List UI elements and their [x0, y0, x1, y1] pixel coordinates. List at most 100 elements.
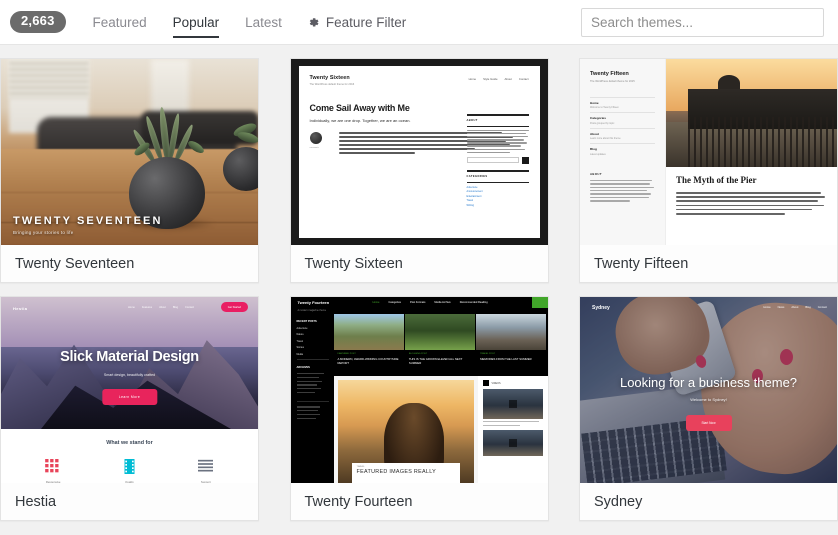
avatar — [309, 132, 322, 144]
widget-header: VIDEOS — [482, 380, 543, 386]
theme-screenshot-sydney[interactable]: Sydney Home News About Blog Contact Look… — [580, 297, 837, 483]
preview-featured-grid: FEATURED POST A MODERN, AWARD-WINNING CO… — [333, 314, 548, 376]
preview-nav-item: About — [159, 306, 166, 309]
list-item: Entertainment — [466, 194, 482, 198]
video-icon — [482, 380, 489, 386]
preview-site-tagline: A modern magazine theme — [297, 309, 327, 312]
featured-category: FEATURED POST — [337, 353, 356, 355]
theme-title: Twenty Fourteen — [290, 483, 548, 520]
theme-title: Hestia — [1, 483, 258, 520]
sidebar-categories-heading: CATEGORIES — [466, 174, 488, 178]
feature-filter-label: Feature Filter — [325, 14, 407, 30]
theme-screenshot-twenty-fourteen[interactable]: Twenty Fourteen Home Categories Post For… — [290, 297, 548, 483]
preview-nav: Home News About Blog Contact — [763, 306, 827, 309]
sidebar-category-list: Adventure Announcement Entertainment Tra… — [467, 186, 529, 207]
feature-label: Responsive — [45, 480, 61, 483]
play-icon — [508, 400, 517, 408]
filter-tabs: Featured Popular Latest — [80, 0, 295, 45]
preview-site-tagline: The WordPress default theme for 2015 — [590, 80, 635, 83]
preview-search — [466, 156, 529, 164]
theme-card-twenty-fifteen[interactable]: Twenty Fifteen The WordPress default the… — [579, 58, 838, 283]
featured-image — [476, 314, 547, 350]
theme-browser-toolbar: 2,663 Featured Popular Latest Feature Fi… — [0, 0, 838, 45]
sidebar-archives-heading: ARCHIVES — [296, 365, 310, 369]
feature-label: Support — [200, 480, 211, 483]
grid-gutter — [259, 283, 290, 521]
menu-item-sub: Latest updates — [590, 152, 606, 156]
preview-page: Twenty Sixteen The WordPress default the… — [298, 66, 540, 238]
preview-nav-item: Blog — [172, 306, 179, 309]
menu-item-label: Categories — [590, 116, 606, 121]
featured-image — [333, 314, 404, 350]
preview-features-section: What we stand for Responsive Quality Sup… — [1, 429, 258, 483]
preview-nav-item: News — [777, 306, 785, 309]
feature-filter-button[interactable]: Feature Filter — [307, 15, 406, 30]
featured-image — [404, 314, 476, 350]
video-thumbnail — [482, 430, 543, 457]
twenty-seventeen-preview: TWENTY SEVENTEEN Bringing your stories t… — [1, 59, 258, 245]
preview-nav-item: Categories — [388, 300, 401, 304]
preview-nav-item: About — [791, 306, 799, 309]
tab-latest[interactable]: Latest — [232, 0, 295, 45]
theme-title: Twenty Sixteen — [290, 245, 548, 282]
theme-title: Twenty Seventeen — [1, 245, 258, 282]
featured-title: A MODERN, AWARD-WINNING COUNTRYSIDE REPO… — [337, 357, 399, 366]
featured-post: FEATURED POST A MODERN, AWARD-WINNING CO… — [333, 314, 405, 376]
preview-nav-item: Home — [372, 300, 380, 304]
preview-cta-button: Learn More — [101, 389, 158, 405]
theme-card-twenty-seventeen[interactable]: TWENTY SEVENTEEN Bringing your stories t… — [0, 58, 259, 283]
theme-screenshot-twenty-fifteen[interactable]: Twenty Fifteen The WordPress default the… — [580, 59, 837, 245]
preview-nav-item: Home — [468, 77, 477, 81]
play-icon — [508, 439, 517, 448]
preview-headline: Looking for a business theme? — [619, 375, 798, 390]
theme-card-hestia[interactable]: Hestia Home Features About Blog Contact … — [0, 296, 259, 521]
featured-title: MEMORIES FROM THE LAST SUMMER — [480, 357, 532, 361]
preview-headline: Slick Material Design — [60, 349, 199, 365]
theme-screenshot-hestia[interactable]: Hestia Home Features About Blog Contact … — [1, 297, 258, 483]
preview-body: RECENT POSTS Adventure Nature Travel Sto… — [290, 314, 548, 483]
preview-nav-item: Post Formats — [409, 300, 426, 304]
preview-post: TRAVEL FEATURED IMAGES REALLY — [333, 376, 478, 483]
featured-post: BLOGGING POST THIS IS THE GROWN ELEVEN A… — [404, 314, 477, 376]
preview-subhead: Welcome to Sydney! — [690, 397, 727, 402]
feature-item: Quality — [99, 459, 159, 483]
search-input[interactable] — [581, 8, 824, 37]
preview-about: ABOUT — [590, 172, 655, 202]
theme-card-sydney[interactable]: Sydney Home News About Blog Contact Look… — [579, 296, 838, 521]
preview-section-heading: What we stand for — [106, 440, 153, 446]
theme-screenshot-twenty-sixteen[interactable]: Twenty Sixteen The WordPress default the… — [290, 59, 548, 245]
menu-item: Blog Latest updates — [590, 143, 655, 159]
theme-card-twenty-sixteen[interactable]: Twenty Sixteen The WordPress default the… — [289, 58, 549, 283]
tab-featured[interactable]: Featured — [80, 0, 160, 45]
preview-overlay-title: TWENTY SEVENTEEN — [13, 215, 163, 227]
tab-popular[interactable]: Popular — [160, 0, 233, 45]
search-icon — [521, 156, 529, 164]
menu-item-sub: Welcome to Twenty Fifteen — [590, 106, 619, 110]
hero-overlay — [580, 297, 837, 483]
preview-article: The Myth of the Pier — [666, 167, 837, 215]
featured-category: BLOGGING POST — [408, 353, 428, 355]
menu-item-label: Home — [590, 100, 599, 105]
preview-overlay-subtitle: Bringing your stories to life — [13, 230, 74, 235]
twenty-sixteen-preview: Twenty Sixteen The WordPress default the… — [290, 59, 548, 245]
preview-site-tagline: The WordPress default theme for 2016 — [309, 83, 355, 86]
theme-card-twenty-fourteen[interactable]: Twenty Fourteen Home Categories Post For… — [289, 296, 549, 521]
about-heading: ABOUT — [590, 171, 602, 176]
preview-header: Twenty Fourteen Home Categories Post For… — [290, 297, 548, 308]
feature-item: Responsive — [23, 459, 83, 483]
search-accent-block — [531, 297, 548, 308]
theme-screenshot-twenty-seventeen[interactable]: TWENTY SEVENTEEN Bringing your stories t… — [1, 59, 258, 245]
grid-gutter — [549, 283, 580, 521]
grid-icon — [44, 459, 62, 474]
featured-post: TRAVEL POST MEMORIES FROM THE LAST SUMME… — [476, 314, 548, 376]
post-title: FEATURED IMAGES REALLY — [356, 469, 436, 475]
menu-item-sub: Posts grouped by topic — [590, 121, 615, 125]
preview-nav-button: Get Started — [220, 302, 248, 312]
preview-nav-item: Media Archive — [434, 300, 451, 304]
theme-count-badge: 2,663 — [10, 11, 66, 33]
window-blind — [9, 59, 89, 99]
preview-nav: Home Categories Post Formats Media Archi… — [373, 301, 488, 304]
sky — [1, 297, 258, 348]
sidebar-heading: RECENT POSTS — [296, 320, 317, 323]
list-item: Writing — [466, 203, 474, 207]
